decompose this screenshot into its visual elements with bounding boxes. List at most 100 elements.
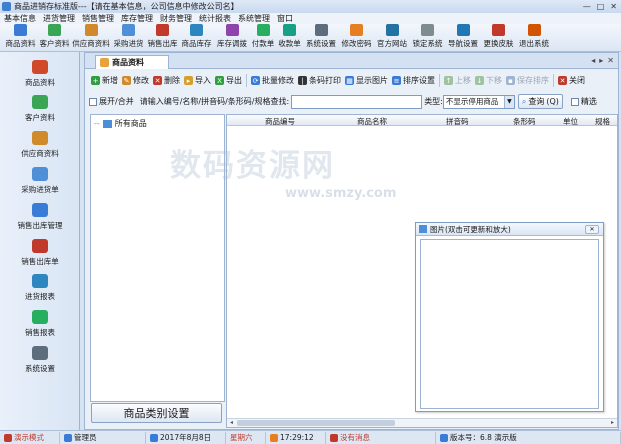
toolbar-exit-button[interactable]: 退出系统 (516, 23, 552, 51)
search-input[interactable] (291, 94, 423, 109)
transfer-icon (225, 24, 239, 36)
query-button[interactable]: ⌕ 查询 (Q) (517, 94, 563, 109)
delete-button[interactable]: ✕ 删除 (151, 73, 182, 89)
close-button[interactable]: ✕ 关闭 (556, 73, 587, 89)
import-button[interactable]: ▸ 导入 (182, 73, 213, 89)
tree-node-all[interactable]: -- 所有商品 (94, 118, 147, 129)
sidebar-item-sales-report[interactable]: 销售报表 (0, 310, 80, 338)
receipt-icon (283, 24, 296, 36)
tab-next-button[interactable]: ▸ (599, 56, 603, 65)
down-button[interactable]: ↓ 下移 (473, 73, 504, 89)
password-icon (350, 24, 363, 36)
sales-manage-icon (32, 203, 48, 217)
picture-window-caption[interactable]: 图片(双击可更新和放大) (416, 223, 603, 236)
scroll-left-icon[interactable]: ◂ (227, 419, 236, 427)
toolbar-goods-button[interactable]: 商品资料 (3, 23, 38, 51)
toolbar-label: 商品资料 (5, 39, 36, 48)
close-icon: ✕ (558, 76, 567, 85)
picture-close-button[interactable]: ✕ (585, 225, 599, 234)
settings-icon (314, 24, 328, 36)
search-icon: ⌕ (521, 96, 527, 106)
col-header[interactable]: 条形码 (513, 116, 536, 127)
sidebar-item-label: 供应商资料 (21, 149, 59, 158)
sidebar-item-customer[interactable]: 客户资料 (0, 95, 80, 123)
chevron-down-icon: ▼ (503, 95, 514, 108)
sidebar-item-supplier[interactable]: 供应商资料 (0, 131, 80, 159)
tab-goods[interactable]: 商品资料 (95, 55, 169, 69)
sidebar-item-label: 商品资料 (25, 78, 55, 87)
export-button[interactable]: X 导出 (213, 73, 244, 89)
tab-close-button[interactable]: ✕ (607, 56, 614, 65)
toolbar-nav-button[interactable]: 导航设置 (445, 23, 481, 51)
sidebar-item-purchase-report[interactable]: 进货报表 (0, 274, 80, 302)
toolbar-label: 采购进货 (113, 39, 144, 48)
save-sort-icon: ▪ (506, 76, 515, 85)
close-window-button[interactable]: ✕ (610, 2, 617, 11)
scroll-right-icon[interactable]: ▸ (608, 419, 617, 427)
sidebar-item-settings[interactable]: 系统设置 (0, 346, 80, 374)
picture-window-title: 图片(双击可更新和放大) (430, 224, 511, 234)
toolbar-password-button[interactable]: 修改密码 (339, 23, 374, 51)
sidebar-item-sales[interactable]: 销售出库单 (0, 239, 80, 267)
image-icon: ▦ (345, 76, 354, 85)
image-button[interactable]: ▦ 显示图片 (343, 73, 390, 89)
barcode-button[interactable]: | 条码打印 (296, 73, 343, 89)
edit-button[interactable]: ✎ 修改 (120, 73, 151, 89)
goods-icon (100, 58, 109, 67)
toolbar-website-button[interactable]: 官方网站 (374, 23, 410, 51)
export-icon: X (215, 76, 224, 85)
action-label: 关闭 (569, 76, 585, 85)
col-header[interactable]: 单位 (563, 116, 578, 127)
col-header[interactable]: 拼音码 (446, 116, 469, 127)
toolbar-stock-button[interactable]: 商品库存 (179, 23, 214, 51)
nav-icon (456, 24, 470, 36)
tree-line-icon: -- (94, 119, 100, 128)
batch-edit-button[interactable]: ⟳ 批量修改 (249, 73, 296, 89)
action-label: 删除 (164, 76, 180, 85)
col-header[interactable]: 规格 (595, 116, 610, 127)
tab-prev-button[interactable]: ◂ (591, 56, 595, 65)
up-icon: ↑ (444, 76, 453, 85)
toolbar-customer-button[interactable]: 客户资料 (38, 23, 71, 51)
toolbar-sales-button[interactable]: 销售出库 (146, 23, 179, 51)
add-button[interactable]: + 新增 (89, 73, 120, 89)
picture-area[interactable] (420, 239, 599, 409)
skin-icon (492, 24, 505, 36)
sort-button[interactable]: ≡ 排序设置 (390, 73, 437, 89)
save-sort-button[interactable]: ▪ 保存排序 (504, 73, 551, 89)
toolbar-settings-button[interactable]: 系统设置 (303, 23, 339, 51)
sidebar-item-purchase[interactable]: 采购进货单 (0, 167, 80, 195)
lock-icon (421, 24, 434, 36)
sort-icon: ≡ (392, 76, 401, 85)
col-header[interactable]: 商品名称 (357, 116, 387, 127)
type-label: 类型: (424, 97, 443, 106)
customer-icon (32, 95, 48, 109)
toolbar-transfer-button[interactable]: 库存调拨 (214, 23, 250, 51)
toolbar-receipt-button[interactable]: 收款单 (276, 23, 303, 51)
calendar-icon (150, 433, 158, 442)
toolbar-supplier-button[interactable]: 供应商资料 (71, 23, 111, 51)
sidebar-item-goods[interactable]: 商品资料 (0, 60, 80, 88)
col-header[interactable]: 商品编号 (265, 116, 295, 127)
minimize-button[interactable]: — (583, 2, 591, 11)
status-text: 管理员 (74, 433, 97, 442)
expand-checkbox[interactable] (89, 97, 97, 106)
toolbar-payment-button[interactable]: 付款单 (250, 23, 276, 51)
category-settings-button[interactable]: 商品类别设置 (91, 403, 222, 423)
toolbar-label: 锁定系统 (412, 39, 443, 48)
toolbar-purchase-button[interactable]: 采购进货 (111, 23, 146, 51)
toolbar-skin-button[interactable]: 更换皮肤 (481, 23, 516, 51)
sidebar-item-sales-manage[interactable]: 销售出库管理 (0, 203, 80, 231)
horizontal-scrollbar[interactable]: ◂ ▸ (227, 418, 617, 427)
toolbar-lock-button[interactable]: 锁定系统 (410, 23, 445, 51)
toolbar-separator (553, 74, 554, 87)
maximize-button[interactable]: □ (597, 2, 605, 11)
up-button[interactable]: ↑ 上移 (442, 73, 473, 89)
scroll-thumb[interactable] (237, 420, 395, 426)
status-bar: 演示模式 管理员 2017年8月8日 星期六 17:29:12 没有消息 版本号：6.8 演… (0, 430, 621, 444)
tree-node-label: 所有商品 (114, 119, 147, 128)
precise-checkbox[interactable] (570, 97, 579, 106)
supplier-icon (32, 131, 48, 145)
action-label: 下移 (486, 76, 502, 85)
type-select[interactable]: 不显示停用商品 ▼ (442, 94, 515, 109)
